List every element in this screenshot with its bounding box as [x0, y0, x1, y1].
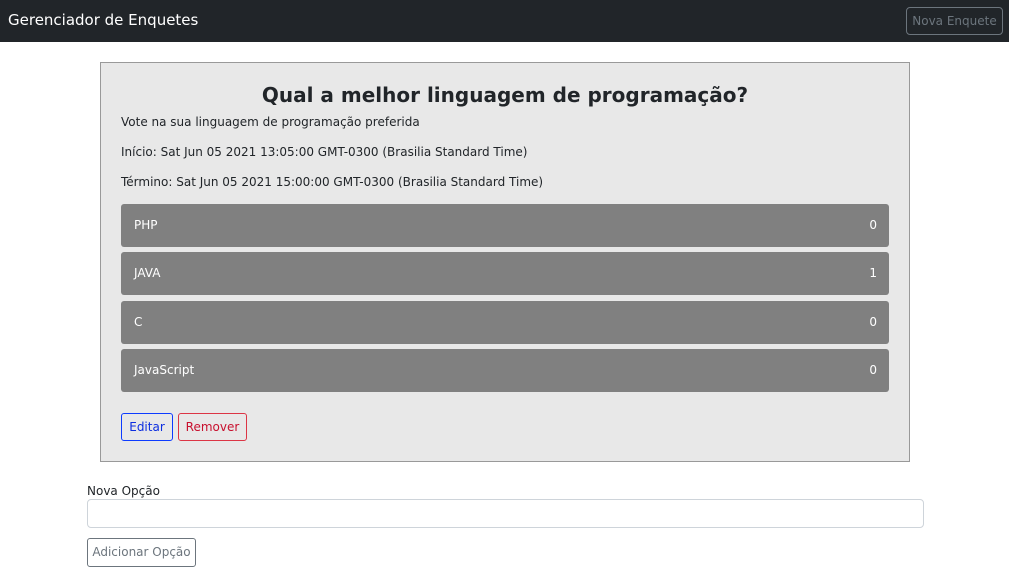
option-vote-count: 1	[869, 266, 877, 280]
option-vote-count: 0	[869, 218, 877, 232]
option-vote-count: 0	[869, 363, 877, 377]
remove-poll-button[interactable]: Remover	[178, 413, 247, 441]
add-option-button[interactable]: Adicionar Opção	[87, 538, 196, 567]
option-name: JAVA	[134, 266, 161, 280]
poll-option-php[interactable]: PHP 0	[121, 204, 889, 247]
poll-start-date: Início: Sat Jun 05 2021 13:05:00 GMT-030…	[121, 145, 528, 159]
new-poll-button[interactable]: Nova Enquete	[906, 7, 1003, 35]
top-navbar: Gerenciador de Enquetes Nova Enquete	[0, 0, 1009, 42]
edit-poll-button[interactable]: Editar	[121, 413, 173, 441]
option-vote-count: 0	[869, 315, 877, 329]
option-name: JavaScript	[134, 363, 195, 377]
poll-end-date: Término: Sat Jun 05 2021 15:00:00 GMT-03…	[121, 175, 544, 189]
app-brand[interactable]: Gerenciador de Enquetes	[8, 11, 198, 29]
new-option-input[interactable]	[87, 499, 924, 528]
new-option-label: Nova Opção	[87, 484, 160, 498]
poll-option-java[interactable]: JAVA 1	[121, 252, 889, 295]
option-name: C	[134, 315, 143, 329]
poll-card: Qual a melhor linguagem de programação? …	[100, 62, 910, 462]
option-name: PHP	[134, 218, 158, 232]
poll-title: Qual a melhor linguagem de programação?	[261, 83, 749, 107]
poll-description: Vote na sua linguagem de programação pre…	[121, 115, 420, 129]
poll-option-javascript[interactable]: JavaScript 0	[121, 349, 889, 392]
poll-option-c[interactable]: C 0	[121, 301, 889, 344]
